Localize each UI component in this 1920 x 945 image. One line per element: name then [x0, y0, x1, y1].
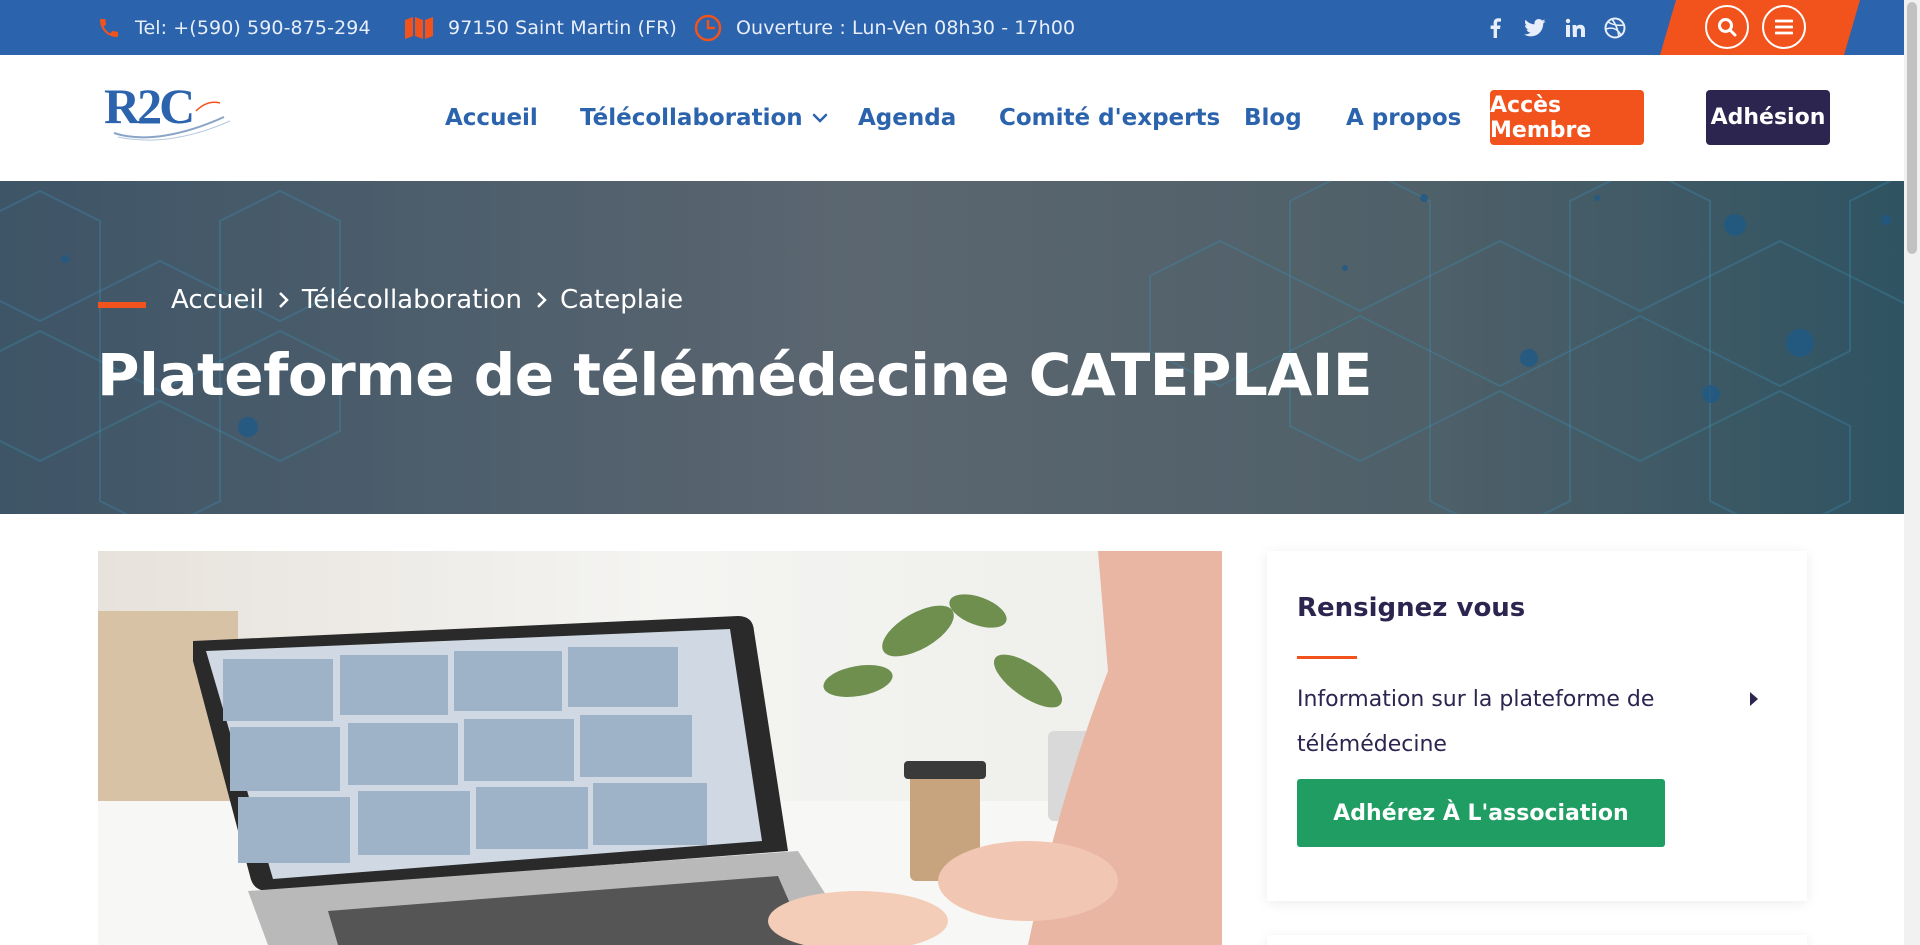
chevron-right-icon	[278, 291, 290, 309]
card-title-underline	[1297, 656, 1357, 659]
nav-blog[interactable]: Blog	[1244, 55, 1302, 181]
breadcrumb-home[interactable]: Accueil	[171, 285, 264, 315]
join-button[interactable]: Adhésion	[1706, 90, 1830, 145]
clock-icon	[694, 14, 722, 41]
map-icon	[405, 16, 433, 39]
breadcrumb-accent	[98, 302, 146, 308]
main-header: R2C Accueil Télécollaboration Agenda Com…	[0, 55, 1904, 181]
search-icon	[1718, 18, 1737, 37]
topbar-action-area	[1660, 0, 1860, 55]
address-text: 97150 Saint Martin (FR)	[448, 16, 677, 39]
member-access-button[interactable]: Accès Membre	[1490, 90, 1644, 145]
page-title: Plateforme de télémédecine CATEPLAIE	[97, 341, 1372, 409]
address-info: 97150 Saint Martin (FR)	[404, 0, 677, 55]
nav-apropos-label: A propos	[1346, 105, 1462, 131]
info-link[interactable]: Information sur la plateforme de téléméd…	[1297, 677, 1757, 767]
card-title: Rensignez vous	[1297, 593, 1526, 623]
menu-button[interactable]	[1762, 5, 1806, 49]
phone-icon	[100, 18, 118, 37]
page-scrollbar[interactable]	[1904, 0, 1920, 945]
search-button[interactable]	[1705, 5, 1749, 49]
phone-text: Tel: +(590) 590-875-294	[135, 16, 371, 39]
article-image	[98, 551, 1222, 945]
nav-telecollaboration-label: Télécollaboration	[580, 105, 803, 131]
nav-agenda[interactable]: Agenda	[858, 55, 956, 181]
nav-accueil-label: Accueil	[445, 105, 538, 131]
top-bar: Tel: +(590) 590-875-294 97150 Saint Mart…	[0, 0, 1904, 55]
nav-accueil[interactable]: Accueil	[445, 55, 538, 181]
nav-agenda-label: Agenda	[858, 105, 957, 131]
linkedin-icon[interactable]	[1564, 17, 1586, 39]
nav-comite-experts[interactable]: Comité d'experts	[999, 55, 1220, 181]
nav-a-propos[interactable]: A propos	[1346, 55, 1461, 181]
menu-icon	[1775, 19, 1793, 35]
hours-info: Ouverture : Lun-Ven 08h30 - 17h00	[694, 0, 1075, 55]
breadcrumb: Accueil Télécollaboration Cateplaie	[171, 285, 683, 315]
hours-text: Ouverture : Lun-Ven 08h30 - 17h00	[736, 16, 1076, 39]
sidebar-info-card: Rensignez vous Information sur la platef…	[1267, 551, 1807, 901]
nav-blog-label: Blog	[1244, 105, 1302, 131]
breadcrumb-telecollaboration[interactable]: Télécollaboration	[302, 285, 522, 315]
facebook-icon[interactable]	[1484, 17, 1506, 39]
logo-text: R2C	[104, 81, 192, 134]
nav-comite-label: Comité d'experts	[999, 105, 1221, 131]
chevron-down-icon	[812, 113, 827, 123]
sidebar-next-card	[1267, 935, 1807, 945]
chevron-right-icon	[536, 291, 548, 309]
dribbble-icon[interactable]	[1604, 17, 1626, 39]
scrollbar-thumb[interactable]	[1907, 2, 1917, 254]
site-logo[interactable]: R2C	[104, 78, 238, 141]
social-links	[1484, 0, 1626, 55]
nav-telecollaboration[interactable]: Télécollaboration	[580, 55, 828, 181]
caret-right-icon	[1750, 692, 1758, 706]
twitter-icon[interactable]	[1524, 17, 1546, 39]
breadcrumb-current: Cateplaie	[559, 285, 684, 315]
join-association-button[interactable]: Adhérez À L'association	[1297, 779, 1665, 847]
phone-info[interactable]: Tel: +(590) 590-875-294	[97, 0, 371, 55]
page-hero: Accueil Télécollaboration Cateplaie Plat…	[0, 181, 1904, 514]
